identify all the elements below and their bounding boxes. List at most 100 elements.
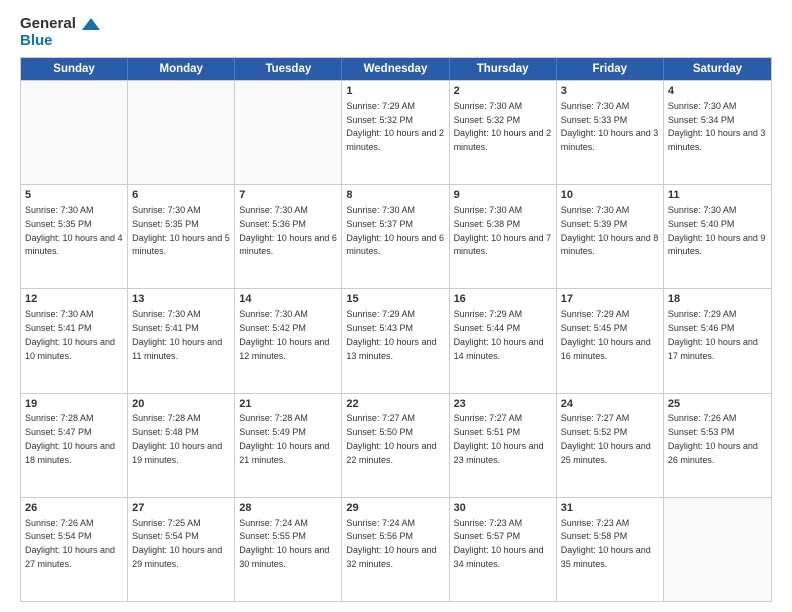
cell-text: Sunrise: 7:30 AMSunset: 5:35 PMDaylight:… <box>25 205 123 256</box>
day-cell-15: 15Sunrise: 7:29 AMSunset: 5:43 PMDayligh… <box>342 289 449 392</box>
cell-text: Sunrise: 7:29 AMSunset: 5:44 PMDaylight:… <box>454 309 544 360</box>
cell-text: Sunrise: 7:29 AMSunset: 5:46 PMDaylight:… <box>668 309 758 360</box>
day-cell-8: 8 Sunrise: 7:30 AMSunset: 5:37 PMDaylight… <box>342 185 449 288</box>
calendar-week-4: 19Sunrise: 7:28 AMSunset: 5:47 PMDayligh… <box>21 393 771 497</box>
day-cell-16: 16 Sunrise: 7:29 AMSunset: 5:44 PMDayligh… <box>450 289 557 392</box>
day-number: 19 <box>25 397 123 412</box>
cell-text: Sunrise: 7:29 AMSunset: 5:32 PMDaylight:… <box>346 101 444 152</box>
day-number: 10 <box>561 188 659 203</box>
day-cell-12: 12 Sunrise: 7:30 AMSunset: 5:41 PMDayligh… <box>21 289 128 392</box>
day-number: 8 <box>346 188 444 203</box>
day-cell-23: 23Sunrise: 7:27 AMSunset: 5:51 PMDayligh… <box>450 394 557 497</box>
cell-text: Sunrise: 7:26 AMSunset: 5:54 PMDaylight:… <box>25 518 115 569</box>
day-number: 21 <box>239 397 337 412</box>
day-cell-4: 4 Sunrise: 7:30 AMSunset: 5:34 PMDaylight… <box>664 81 771 184</box>
cell-text: Sunrise: 7:30 AMSunset: 5:40 PMDaylight:… <box>668 205 766 256</box>
day-of-week-saturday: Saturday <box>664 58 771 80</box>
day-cell-20: 20Sunrise: 7:28 AMSunset: 5:48 PMDayligh… <box>128 394 235 497</box>
day-number: 24 <box>561 397 659 412</box>
day-number: 11 <box>668 188 767 203</box>
day-of-week-tuesday: Tuesday <box>235 58 342 80</box>
day-number: 1 <box>346 84 444 99</box>
calendar-week-5: 26 Sunrise: 7:26 AMSunset: 5:54 PMDayligh… <box>21 497 771 601</box>
day-cell-17: 17Sunrise: 7:29 AMSunset: 5:45 PMDayligh… <box>557 289 664 392</box>
cell-text: Sunrise: 7:30 AMSunset: 5:32 PMDaylight:… <box>454 101 552 152</box>
day-cell-21: 21Sunrise: 7:28 AMSunset: 5:49 PMDayligh… <box>235 394 342 497</box>
cell-text: Sunrise: 7:24 AMSunset: 5:55 PMDaylight:… <box>239 518 329 569</box>
day-number: 20 <box>132 397 230 412</box>
cell-text: Sunrise: 7:29 AMSunset: 5:43 PMDaylight:… <box>346 309 436 360</box>
day-number: 18 <box>668 292 767 307</box>
day-number: 7 <box>239 188 337 203</box>
cell-text: Sunrise: 7:30 AMSunset: 5:33 PMDaylight:… <box>561 101 659 152</box>
cell-text: Sunrise: 7:27 AMSunset: 5:51 PMDaylight:… <box>454 413 544 464</box>
day-of-week-sunday: Sunday <box>21 58 128 80</box>
day-of-week-wednesday: Wednesday <box>342 58 449 80</box>
day-cell-29: 29Sunrise: 7:24 AMSunset: 5:56 PMDayligh… <box>342 498 449 601</box>
cell-text: Sunrise: 7:23 AMSunset: 5:58 PMDaylight:… <box>561 518 651 569</box>
cell-text: Sunrise: 7:30 AMSunset: 5:37 PMDaylight:… <box>346 205 444 256</box>
cell-text: Sunrise: 7:30 AMSunset: 5:36 PMDaylight:… <box>239 205 337 256</box>
cell-text: Sunrise: 7:30 AMSunset: 5:34 PMDaylight:… <box>668 101 766 152</box>
day-cell-7: 7 Sunrise: 7:30 AMSunset: 5:36 PMDaylight… <box>235 185 342 288</box>
day-cell-3: 3Sunrise: 7:30 AMSunset: 5:33 PMDaylight… <box>557 81 664 184</box>
cell-text: Sunrise: 7:30 AMSunset: 5:41 PMDaylight:… <box>25 309 115 360</box>
day-cell-19: 19Sunrise: 7:28 AMSunset: 5:47 PMDayligh… <box>21 394 128 497</box>
cell-text: Sunrise: 7:30 AMSunset: 5:42 PMDaylight:… <box>239 309 329 360</box>
day-of-week-friday: Friday <box>557 58 664 80</box>
day-of-week-thursday: Thursday <box>450 58 557 80</box>
day-cell-10: 10 Sunrise: 7:30 AMSunset: 5:39 PMDayligh… <box>557 185 664 288</box>
day-number: 16 <box>454 292 552 307</box>
calendar-week-2: 5 Sunrise: 7:30 AMSunset: 5:35 PMDaylight… <box>21 184 771 288</box>
cell-text: Sunrise: 7:28 AMSunset: 5:49 PMDaylight:… <box>239 413 329 464</box>
day-number: 25 <box>668 397 767 412</box>
day-number: 9 <box>454 188 552 203</box>
day-number: 17 <box>561 292 659 307</box>
day-cell-28: 28Sunrise: 7:24 AMSunset: 5:55 PMDayligh… <box>235 498 342 601</box>
day-number: 12 <box>25 292 123 307</box>
day-cell-22: 22Sunrise: 7:27 AMSunset: 5:50 PMDayligh… <box>342 394 449 497</box>
day-cell-18: 18 Sunrise: 7:29 AMSunset: 5:46 PMDayligh… <box>664 289 771 392</box>
day-of-week-monday: Monday <box>128 58 235 80</box>
calendar-body: 1 Sunrise: 7:29 AMSunset: 5:32 PMDaylight… <box>21 80 771 601</box>
day-number: 4 <box>668 84 767 99</box>
cell-text: Sunrise: 7:25 AMSunset: 5:54 PMDaylight:… <box>132 518 222 569</box>
day-number: 14 <box>239 292 337 307</box>
empty-cell <box>235 81 342 184</box>
day-number: 26 <box>25 501 123 516</box>
day-number: 5 <box>25 188 123 203</box>
empty-cell <box>664 498 771 601</box>
cell-text: Sunrise: 7:26 AMSunset: 5:53 PMDaylight:… <box>668 413 758 464</box>
calendar-header-row: SundayMondayTuesdayWednesdayThursdayFrid… <box>21 58 771 80</box>
day-cell-13: 13 Sunrise: 7:30 AMSunset: 5:41 PMDayligh… <box>128 289 235 392</box>
calendar: SundayMondayTuesdayWednesdayThursdayFrid… <box>20 57 772 602</box>
cell-text: Sunrise: 7:30 AMSunset: 5:41 PMDaylight:… <box>132 309 222 360</box>
page: General Blue SundayMondayTuesdayWednesda… <box>0 0 792 612</box>
day-cell-30: 30 Sunrise: 7:23 AMSunset: 5:57 PMDayligh… <box>450 498 557 601</box>
day-cell-31: 31 Sunrise: 7:23 AMSunset: 5:58 PMDayligh… <box>557 498 664 601</box>
day-cell-24: 24Sunrise: 7:27 AMSunset: 5:52 PMDayligh… <box>557 394 664 497</box>
day-number: 6 <box>132 188 230 203</box>
day-number: 23 <box>454 397 552 412</box>
logo-blue: Blue <box>20 33 100 50</box>
cell-text: Sunrise: 7:27 AMSunset: 5:50 PMDaylight:… <box>346 413 436 464</box>
day-number: 2 <box>454 84 552 99</box>
empty-cell <box>128 81 235 184</box>
day-cell-1: 1 Sunrise: 7:29 AMSunset: 5:32 PMDaylight… <box>342 81 449 184</box>
calendar-week-1: 1 Sunrise: 7:29 AMSunset: 5:32 PMDaylight… <box>21 80 771 184</box>
day-cell-2: 2 Sunrise: 7:30 AMSunset: 5:32 PMDaylight… <box>450 81 557 184</box>
cell-text: Sunrise: 7:23 AMSunset: 5:57 PMDaylight:… <box>454 518 544 569</box>
day-cell-11: 11 Sunrise: 7:30 AMSunset: 5:40 PMDayligh… <box>664 185 771 288</box>
cell-text: Sunrise: 7:30 AMSunset: 5:38 PMDaylight:… <box>454 205 552 256</box>
day-cell-27: 27Sunrise: 7:25 AMSunset: 5:54 PMDayligh… <box>128 498 235 601</box>
header: General Blue <box>20 16 772 49</box>
day-cell-9: 9 Sunrise: 7:30 AMSunset: 5:38 PMDaylight… <box>450 185 557 288</box>
cell-text: Sunrise: 7:30 AMSunset: 5:39 PMDaylight:… <box>561 205 659 256</box>
cell-text: Sunrise: 7:27 AMSunset: 5:52 PMDaylight:… <box>561 413 651 464</box>
cell-text: Sunrise: 7:30 AMSunset: 5:35 PMDaylight:… <box>132 205 230 256</box>
day-number: 31 <box>561 501 659 516</box>
day-number: 30 <box>454 501 552 516</box>
day-cell-6: 6 Sunrise: 7:30 AMSunset: 5:35 PMDaylight… <box>128 185 235 288</box>
day-number: 13 <box>132 292 230 307</box>
cell-text: Sunrise: 7:28 AMSunset: 5:47 PMDaylight:… <box>25 413 115 464</box>
